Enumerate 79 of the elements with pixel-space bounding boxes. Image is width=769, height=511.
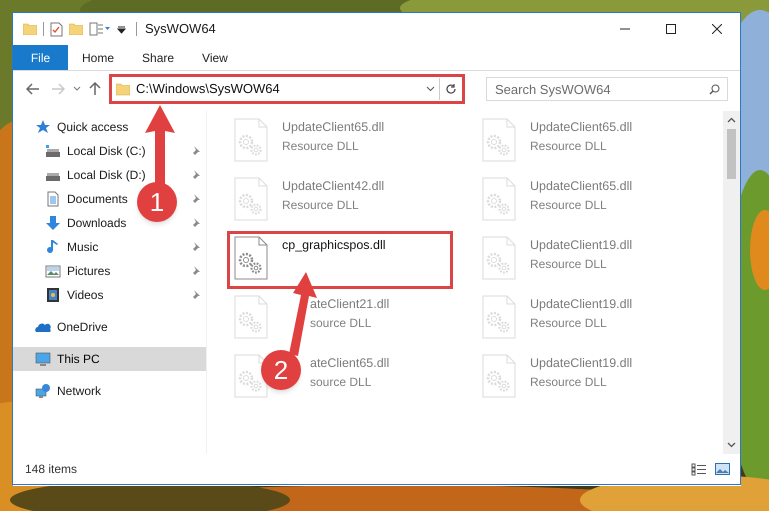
file-menu-tab[interactable]: File xyxy=(13,45,68,70)
file-type: Resource DLL xyxy=(530,314,608,332)
film-icon xyxy=(45,287,61,303)
back-arrow-icon[interactable] xyxy=(26,83,40,95)
chevron-down-icon[interactable] xyxy=(73,86,81,92)
computer-icon xyxy=(35,351,51,367)
music-note-icon xyxy=(45,239,61,255)
file-type: source DLL xyxy=(310,314,372,332)
file-type: Resource DLL xyxy=(530,196,608,214)
highlighted-file-item[interactable]: cp_graphicspos.dll xyxy=(227,231,453,289)
download-icon xyxy=(45,215,61,231)
item-count: 148 items xyxy=(25,461,78,478)
file-type: Resource DLL xyxy=(530,138,608,155)
gear-file-icon xyxy=(234,236,268,280)
refresh-icon[interactable] xyxy=(445,83,457,95)
ribbon-tab[interactable]: Share xyxy=(128,45,188,70)
scroll-down-icon[interactable] xyxy=(727,442,736,448)
file-type: Resource DLL xyxy=(530,256,608,273)
nav-item[interactable]: This PC xyxy=(35,350,100,368)
folder-icon xyxy=(69,23,83,35)
address-path: C:\Windows\SysWOW64 xyxy=(136,80,281,98)
scrollbar-thumb[interactable] xyxy=(727,129,736,179)
gear-file-icon xyxy=(234,295,268,339)
up-arrow-icon[interactable] xyxy=(89,82,101,96)
nav-item[interactable]: Videos xyxy=(45,286,104,304)
file-type: Resource DLL xyxy=(282,138,360,155)
star-icon xyxy=(35,119,51,135)
nav-item[interactable]: Downloads xyxy=(45,214,126,232)
nav-item[interactable]: Network xyxy=(35,382,102,400)
dropdown-icon[interactable] xyxy=(117,24,126,34)
nav-item[interactable]: Music xyxy=(45,238,98,256)
window-title: SysWOW64 xyxy=(145,20,216,38)
picture-icon xyxy=(45,263,61,279)
ribbon-tab[interactable]: Home xyxy=(68,45,128,70)
gear-file-icon xyxy=(234,177,268,221)
nav-item[interactable]: Quick access xyxy=(35,118,128,136)
folder-icon xyxy=(23,23,37,35)
ribbon-tab[interactable]: View xyxy=(188,45,242,70)
gear-file-icon xyxy=(482,354,516,398)
search-icon[interactable] xyxy=(709,84,720,95)
close-icon xyxy=(712,24,722,34)
gear-file-icon xyxy=(482,177,516,221)
gear-file-icon xyxy=(482,295,516,339)
scrollbar[interactable] xyxy=(723,111,740,454)
customize-icon[interactable] xyxy=(89,22,111,36)
nav-item[interactable]: Local Disk (D:) xyxy=(45,166,146,184)
drive-icon xyxy=(45,143,61,159)
properties-icon[interactable] xyxy=(50,22,63,36)
folder-icon xyxy=(116,82,130,96)
chevron-down-icon[interactable] xyxy=(426,86,435,92)
address-bar[interactable]: C:\Windows\SysWOW64 xyxy=(109,74,465,104)
file-name[interactable]: UpdateClient19.dll xyxy=(530,295,632,314)
file-type: source DLL xyxy=(310,374,372,391)
file-name[interactable]: UpdateClient19.dll xyxy=(530,236,632,255)
details-view-icon[interactable] xyxy=(691,462,707,476)
file-name[interactable]: ateClient21.dll xyxy=(310,295,390,314)
thumbnail-view-icon[interactable] xyxy=(715,463,730,475)
file-name[interactable]: UpdateClient65.dll xyxy=(530,118,632,137)
gear-file-icon xyxy=(234,354,268,398)
gear-file-icon xyxy=(234,118,268,162)
gear-file-icon xyxy=(482,118,516,162)
file-type: Resource DLL xyxy=(530,374,608,391)
maximize-icon xyxy=(666,24,676,34)
document-icon xyxy=(45,191,61,207)
file-name[interactable]: cp_graphicspos.dll xyxy=(282,236,386,255)
network-icon xyxy=(35,383,51,399)
nav-item[interactable]: OneDrive xyxy=(35,318,108,336)
nav-item[interactable]: Documents xyxy=(45,190,128,208)
gear-file-icon xyxy=(482,236,516,280)
scroll-up-icon[interactable] xyxy=(727,117,736,123)
file-name[interactable]: UpdateClient19.dll xyxy=(530,354,632,373)
file-name[interactable]: ateClient65.dll xyxy=(310,354,390,373)
nav-item[interactable]: Pictures xyxy=(45,262,110,280)
file-name[interactable]: UpdateClient42.dll xyxy=(282,177,384,196)
file-type: Resource DLL xyxy=(282,196,360,214)
search-field[interactable]: Search SysWOW64 xyxy=(486,77,728,101)
file-name[interactable]: UpdateClient65.dll xyxy=(282,118,384,137)
nav-item[interactable]: Local Disk (C:) xyxy=(45,142,146,160)
file-name[interactable]: UpdateClient65.dll xyxy=(530,177,632,196)
